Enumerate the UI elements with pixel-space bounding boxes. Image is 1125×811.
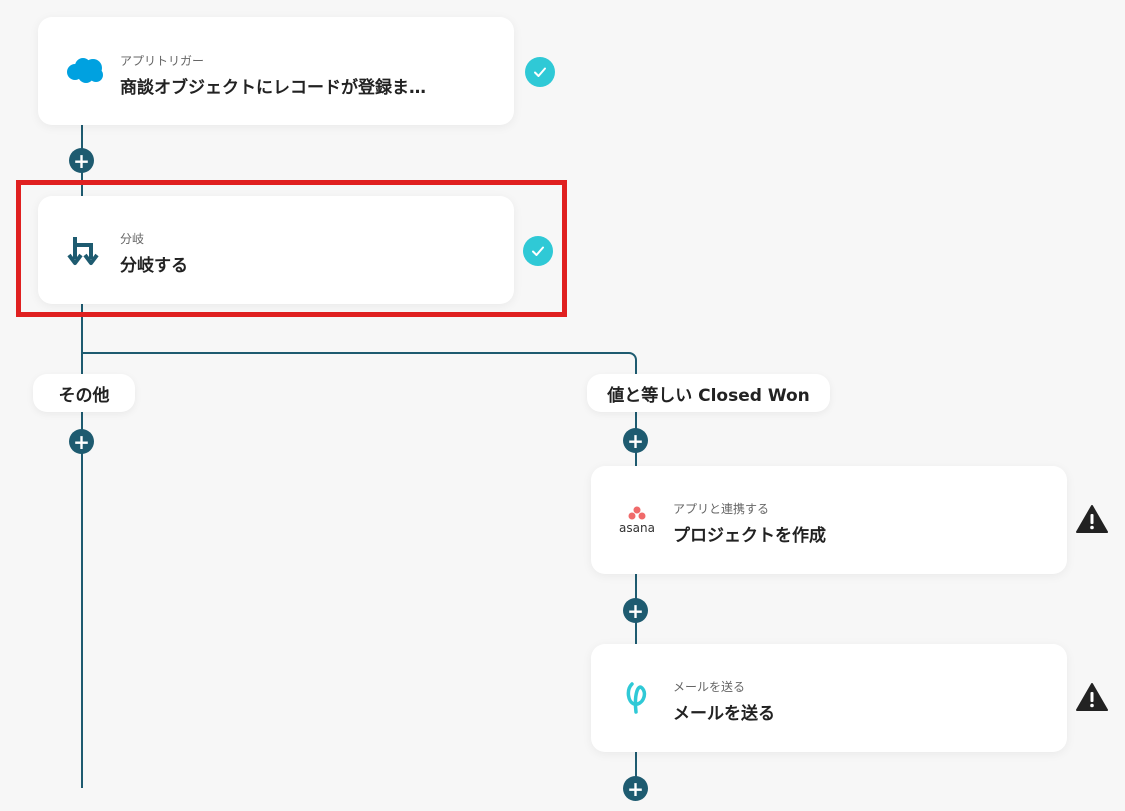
branch-step-card[interactable]: 分岐 分岐する [38, 196, 514, 304]
mail-step-card[interactable]: メールを送る メールを送る [591, 644, 1067, 752]
asana-step-card[interactable]: asana アプリと連携する プロジェクトを作成 [591, 466, 1067, 574]
mail-step-type: メールを送る [673, 680, 746, 694]
add-step-button-4[interactable]: + [623, 776, 648, 801]
asana-logo-icon: asana [611, 498, 663, 542]
branch-step-title: 分岐する [120, 256, 188, 276]
trigger-check-icon [525, 57, 555, 87]
trigger-step-card[interactable]: アプリトリガー 商談オブジェクトにレコードが登録ま… [38, 17, 514, 125]
connector-branch-horizontal [81, 352, 629, 354]
mail-warning-icon [1076, 682, 1108, 712]
add-step-button-other[interactable]: + [69, 429, 94, 454]
salesforce-cloud-icon [62, 49, 106, 93]
add-step-button-3[interactable]: + [623, 598, 648, 623]
asana-logo-text: asana [619, 520, 655, 535]
branch-check-icon [523, 236, 553, 266]
add-step-button-1[interactable]: + [69, 148, 94, 173]
branch-icon [62, 228, 106, 272]
asana-warning-icon [1076, 504, 1108, 534]
branch-label-condition[interactable]: 値と等しい Closed Won [587, 374, 830, 412]
mail-step-title: メールを送る [673, 704, 775, 724]
branch-label-other[interactable]: その他 [33, 374, 135, 412]
trigger-step-type: アプリトリガー [120, 54, 205, 68]
trigger-step-title: 商談オブジェクトにレコードが登録ま… [120, 78, 426, 98]
asana-step-title: プロジェクトを作成 [673, 526, 826, 546]
asana-step-type: アプリと連携する [673, 502, 770, 516]
mail-logo-icon [615, 676, 659, 720]
add-step-button-condition[interactable]: + [623, 428, 648, 453]
branch-step-type: 分岐 [120, 232, 145, 246]
